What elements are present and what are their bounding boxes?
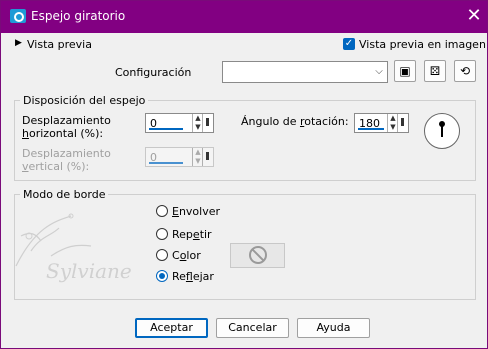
save-icon: ▣ (399, 64, 411, 78)
no-color-icon (249, 246, 267, 264)
h-offset-label-line2: horizontal (%): (22, 127, 104, 140)
mirror-layout-title: Disposición del espejo (20, 94, 149, 107)
radio-color-label[interactable]: Color (172, 249, 201, 262)
dialog-window: Espejo giratorio ✕ ▶ Vista previa ✓ Vist… (0, 0, 488, 349)
slider-handle-icon[interactable] (202, 148, 213, 166)
ok-button[interactable]: Aceptar (135, 318, 208, 338)
rotation-spinner[interactable]: 180 ▲ ▼ (354, 113, 409, 133)
title-bar: Espejo giratorio ✕ (1, 1, 487, 33)
save-preset-button[interactable]: ▣ (394, 60, 416, 82)
radio-repeat-label[interactable]: Repetir (172, 228, 212, 241)
config-combo[interactable]: ⌵ (222, 61, 388, 83)
preview-checkbox-label[interactable]: Vista previa en imagen (359, 38, 486, 51)
radio-wrap-label[interactable]: Envolver (172, 205, 220, 218)
config-label: Configuración (115, 66, 192, 79)
radio-repeat[interactable] (156, 228, 168, 240)
cancel-button[interactable]: Cancelar (216, 318, 289, 338)
rotation-dial[interactable] (424, 113, 460, 149)
v-offset-label-line2: vertical (%): (22, 160, 90, 173)
reset-button[interactable]: ⟲ (454, 60, 476, 82)
slider-handle-icon[interactable] (397, 114, 408, 132)
radio-color[interactable] (156, 249, 168, 261)
color-swatch[interactable] (230, 243, 285, 268)
preview-checkbox[interactable]: ✓ (343, 38, 355, 50)
h-offset-bar (149, 128, 183, 130)
border-mode-title: Modo de borde (20, 188, 109, 201)
reset-icon: ⟲ (459, 64, 471, 78)
random-button[interactable]: ⚄ (424, 60, 446, 82)
h-offset-label-line1: Desplazamiento (22, 114, 111, 127)
watermark-text: Sylviane (46, 259, 132, 283)
v-offset-label-line1: Desplazamiento (22, 147, 111, 160)
dial-needle-icon (441, 123, 443, 137)
window-title: Espejo giratorio (31, 9, 126, 23)
h-offset-spinner[interactable]: 0 ▲ ▼ (145, 113, 214, 133)
dice-icon: ⚄ (429, 64, 441, 78)
expand-arrow-icon[interactable]: ▶ (15, 38, 22, 48)
radio-wrap[interactable] (156, 205, 168, 217)
v-offset-spinner[interactable]: 0 ▲ ▼ (145, 147, 214, 167)
slider-handle-icon[interactable] (202, 114, 213, 132)
rotation-label: Ángulo de rotación: (241, 115, 349, 128)
help-button[interactable]: Ayuda (297, 318, 370, 338)
close-button[interactable]: ✕ (463, 5, 485, 27)
chevron-down-icon[interactable]: ⌵ (371, 62, 387, 82)
radio-reflect-label[interactable]: Reflejar (172, 270, 214, 283)
preview-toggle[interactable]: Vista previa (27, 38, 92, 51)
radio-reflect[interactable] (156, 270, 168, 282)
v-offset-bar (149, 162, 183, 164)
camera-icon (10, 9, 26, 23)
rotation-bar (358, 128, 384, 130)
